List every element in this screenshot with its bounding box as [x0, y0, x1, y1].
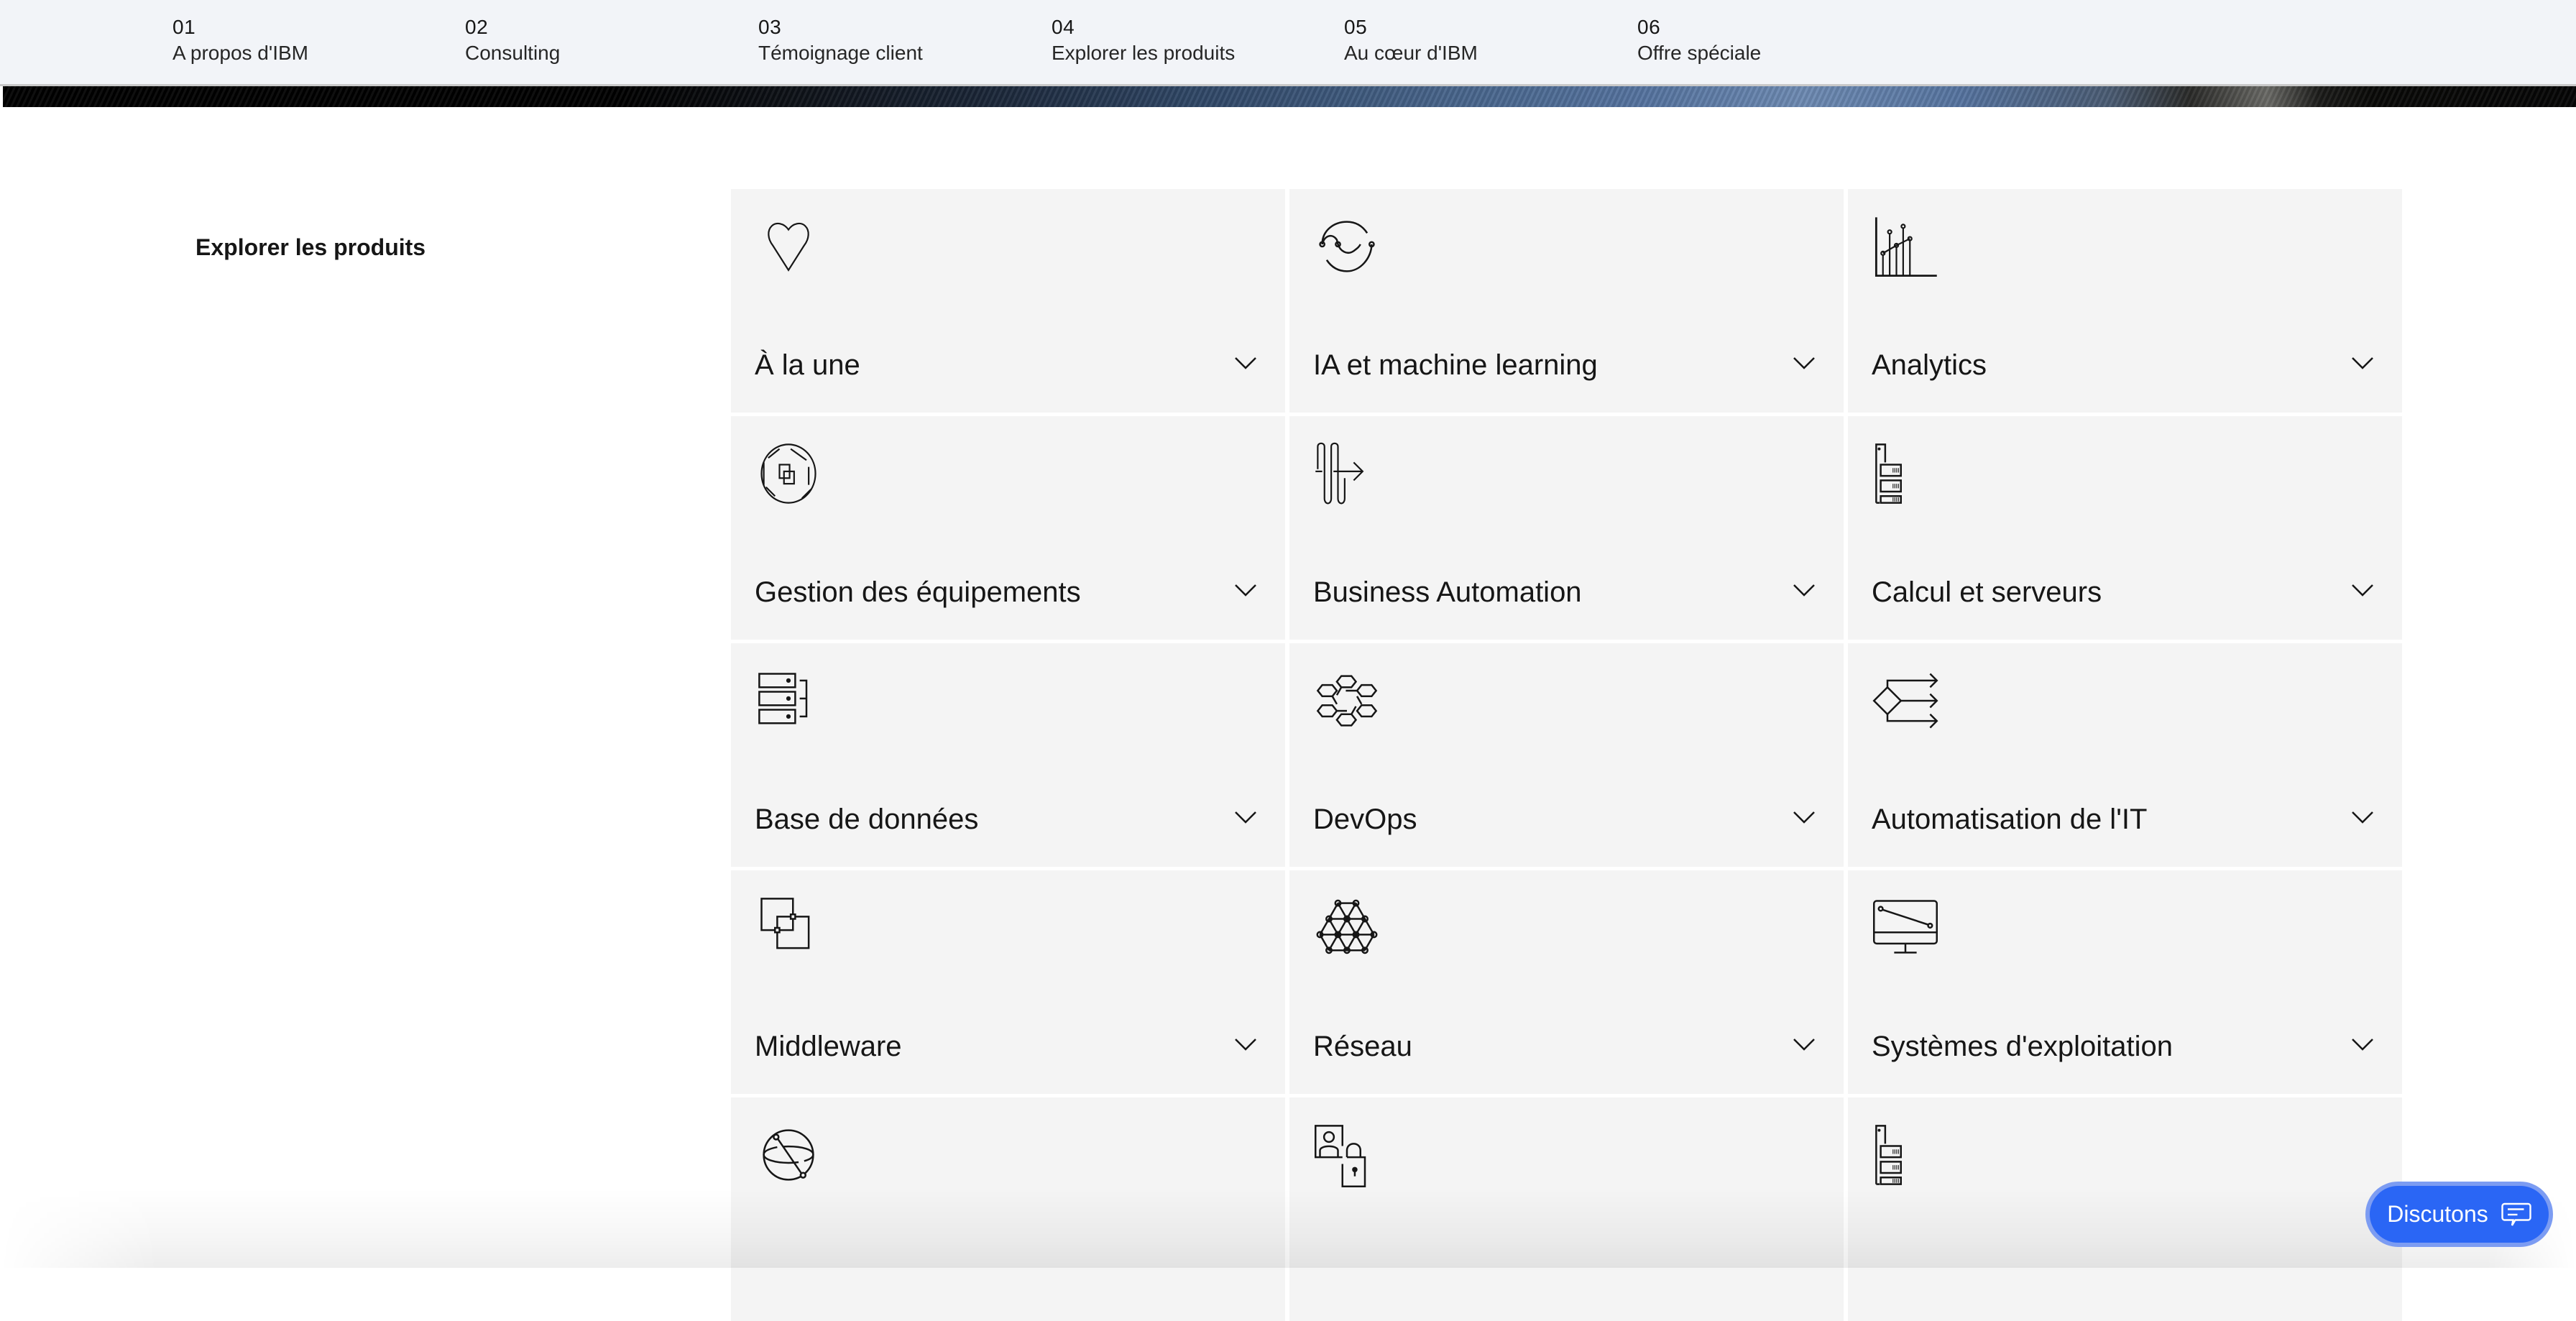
globe-orbit-icon	[753, 1119, 824, 1191]
database-icon	[753, 665, 824, 737]
chevron-down-icon	[2350, 1036, 2375, 1053]
server-rack-icon	[1869, 438, 1941, 510]
product-card-it-automation[interactable]: Automatisation de l'IT	[1848, 643, 2402, 867]
product-card-database[interactable]: Base de données	[731, 643, 1285, 867]
nav-item-number: 04	[1052, 16, 1075, 38]
chevron-down-icon	[1233, 809, 1258, 826]
product-card-quantum[interactable]	[731, 1097, 1285, 1321]
product-card-asset-management[interactable]: Gestion des équipements	[731, 416, 1285, 640]
chevron-down-icon	[2350, 809, 2375, 826]
chevron-down-icon	[1233, 1036, 1258, 1053]
nav-item-label: Consulting	[465, 42, 561, 64]
business-automation-icon	[1311, 438, 1383, 510]
product-card-title: Réseau	[1313, 1031, 1412, 1062]
product-card-title: À la une	[755, 349, 860, 381]
nav-item-label: Offre spéciale	[1637, 42, 1762, 64]
nav-item-number: 06	[1637, 16, 1661, 38]
section-title: Explorer les produits	[196, 234, 426, 260]
chat-bubble-icon	[2501, 1202, 2531, 1228]
server-rack-icon	[1869, 1119, 1941, 1191]
nav-item-label: Explorer les produits	[1052, 42, 1236, 64]
product-card-business-automation[interactable]: Business Automation	[1289, 416, 1844, 640]
hero-image	[3, 86, 2576, 107]
chevron-down-icon	[2350, 354, 2375, 372]
nav-item-testimonial[interactable]: 03 Témoignage client	[758, 14, 1031, 66]
nav-item-about[interactable]: 01 A propos d'IBM	[172, 14, 446, 66]
section-nav: 01 A propos d'IBM 02 Consulting 03 Témoi…	[0, 0, 2576, 86]
chevron-down-icon	[1233, 581, 1258, 599]
product-card-title: Middleware	[755, 1031, 902, 1062]
devops-hexagons-icon	[1311, 665, 1383, 737]
analytics-chart-icon	[1869, 211, 1941, 282]
product-card-security[interactable]	[1289, 1097, 1844, 1321]
product-card-title: Business Automation	[1313, 576, 1582, 608]
product-card-devops[interactable]: DevOps	[1289, 643, 1844, 867]
product-card-title: Automatisation de l'IT	[1872, 804, 2148, 835]
product-card-analytics[interactable]: Analytics	[1848, 189, 2402, 413]
chat-button-label: Discutons	[2387, 1201, 2488, 1227]
product-card-title: Base de données	[755, 804, 979, 835]
middleware-squares-icon	[753, 892, 824, 964]
product-card-title: IA et machine learning	[1313, 349, 1598, 381]
user-lock-icon	[1311, 1119, 1383, 1191]
chevron-down-icon	[1233, 354, 1258, 372]
nav-item-consulting[interactable]: 02 Consulting	[465, 14, 738, 66]
nav-item-label: A propos d'IBM	[172, 42, 308, 64]
nav-item-special-offer[interactable]: 06 Offre spéciale	[1637, 14, 1910, 66]
heart-icon	[753, 211, 824, 282]
monitor-icon	[1869, 892, 1941, 964]
product-card-storage[interactable]	[1848, 1097, 2402, 1321]
nav-item-number: 05	[1344, 16, 1368, 38]
nav-item-number: 02	[465, 16, 489, 38]
product-card-title: DevOps	[1313, 804, 1417, 835]
product-grid: À la une IA et machine learning Analytic…	[731, 189, 2402, 1321]
nav-item-number: 01	[172, 16, 196, 38]
nav-item-heart-of-ibm[interactable]: 05 Au cœur d'IBM	[1344, 14, 1617, 66]
chevron-down-icon	[1792, 354, 1816, 372]
nav-item-label: Au cœur d'IBM	[1344, 42, 1478, 64]
product-card-title: Systèmes d'exploitation	[1872, 1031, 2173, 1062]
decision-flow-icon	[1869, 665, 1941, 737]
product-card-featured[interactable]: À la une	[731, 189, 1285, 413]
product-card-title: Calcul et serveurs	[1872, 576, 2102, 608]
product-card-title: Gestion des équipements	[755, 576, 1081, 608]
nav-item-explore-products[interactable]: 04 Explorer les produits	[1052, 14, 1325, 66]
product-card-operating-systems[interactable]: Systèmes d'exploitation	[1848, 870, 2402, 1094]
nav-item-number: 03	[758, 16, 782, 38]
product-card-middleware[interactable]: Middleware	[731, 870, 1285, 1094]
chevron-down-icon	[1792, 809, 1816, 826]
product-card-title: Analytics	[1872, 349, 1987, 381]
chat-button[interactable]: Discutons	[2365, 1182, 2553, 1247]
asset-management-icon	[753, 438, 824, 510]
ai-cycle-icon	[1311, 211, 1383, 282]
chevron-down-icon	[2350, 581, 2375, 599]
nav-item-label: Témoignage client	[758, 42, 923, 64]
product-card-compute-servers[interactable]: Calcul et serveurs	[1848, 416, 2402, 640]
network-hexagons-icon	[1311, 892, 1383, 964]
product-card-ai[interactable]: IA et machine learning	[1289, 189, 1844, 413]
product-card-network[interactable]: Réseau	[1289, 870, 1844, 1094]
chevron-down-icon	[1792, 581, 1816, 599]
chevron-down-icon	[1792, 1036, 1816, 1053]
